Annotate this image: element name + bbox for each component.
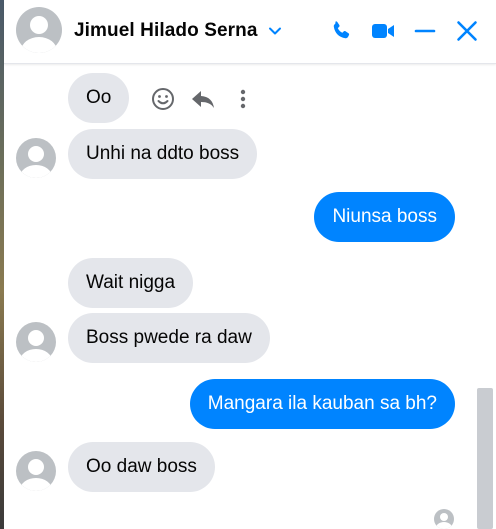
message-bubble-incoming[interactable]: Unhi na ddto boss (68, 129, 258, 179)
message-actions (150, 86, 256, 112)
phone-icon[interactable] (326, 16, 356, 46)
chat-header: Jimuel Hilado Serna (4, 0, 496, 64)
contact-name-button[interactable]: Jimuel Hilado Serna (74, 14, 282, 48)
reply-icon[interactable] (190, 86, 216, 112)
message-text: Boss pwede ra daw (86, 327, 252, 348)
message-list[interactable]: Oo Unhi na ddto boss Niunsa boss Wait ni… (4, 65, 496, 529)
contact-name: Jimuel Hilado Serna (74, 20, 258, 41)
message-bubble-outgoing[interactable]: Mangara ila kauban sa bh? (189, 379, 455, 429)
contact-avatar-small[interactable] (16, 322, 56, 362)
seen-avatar (434, 509, 454, 529)
scrollbar-thumb[interactable] (477, 388, 493, 529)
video-camera-icon[interactable] (368, 16, 398, 46)
smiley-react-icon[interactable] (150, 86, 176, 112)
message-text: Unhi na ddto boss (86, 143, 240, 164)
message-bubble-incoming[interactable]: Wait nigga (68, 258, 194, 308)
message-text: Mangara ila kauban sa bh? (207, 393, 437, 414)
contact-avatar[interactable] (16, 7, 62, 53)
contact-avatar-small[interactable] (16, 451, 56, 491)
more-options-icon[interactable] (230, 86, 256, 112)
message-text: Oo daw boss (86, 456, 197, 477)
message-bubble-incoming[interactable]: Boss pwede ra daw (68, 313, 270, 363)
message-text: Niunsa boss (332, 206, 437, 227)
message-text: Oo (86, 87, 112, 108)
chat-window: Jimuel Hilado Serna Oo Unhi na ddto boss… (4, 0, 496, 529)
chevron-down-icon (268, 24, 282, 38)
close-icon[interactable] (452, 16, 482, 46)
message-bubble-incoming[interactable]: Oo daw boss (68, 442, 215, 492)
contact-avatar-small[interactable] (16, 138, 56, 178)
message-text: Wait nigga (86, 272, 176, 293)
message-bubble-outgoing[interactable]: Niunsa boss (314, 192, 455, 242)
message-bubble-incoming[interactable]: Oo (68, 73, 130, 123)
minimize-icon[interactable] (410, 16, 440, 46)
